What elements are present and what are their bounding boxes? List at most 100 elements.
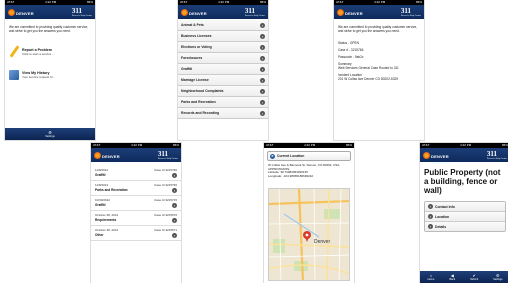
form-row-label: Location (435, 214, 450, 219)
app-header: DENVER THE MILE HIGH CITY 311 Denver's Hel… (91, 145, 181, 165)
report-problem-item[interactable]: Report a Problem Click to start a servic… (5, 43, 95, 61)
map-view[interactable]: Denver (268, 188, 350, 281)
category-item[interactable]: Parks and Recreation › (178, 97, 268, 108)
category-label: Business Licenses (181, 34, 212, 38)
form-screen: AT&T 4:22 PM 86% DENVER THE MILE HIGH CITY … (420, 143, 508, 283)
category-label: Parks and Recreation (181, 100, 216, 104)
location-icon: › (428, 214, 433, 219)
chevron-right-icon: › (172, 188, 177, 193)
clock: 4:22 PM (460, 143, 472, 147)
history-case: Case Id 3215671 (154, 228, 177, 232)
logo-mark-icon (337, 8, 344, 16)
category-item[interactable]: Records and Recording › (178, 108, 268, 119)
brand-tagline: THE MILE HIGH CITY (189, 20, 209, 22)
category-list: Animal & Pets › Business Licenses › Electi… (178, 20, 268, 119)
history-type: Other (95, 233, 104, 237)
three11-logo: 311 Denver's Help Center (401, 7, 421, 17)
battery: 86% (259, 0, 266, 4)
service-number: 311 (244, 7, 255, 15)
form-row-details[interactable]: › Details (425, 222, 505, 231)
form-row-label: Details (435, 224, 447, 229)
form-row-contact[interactable]: › Contact Info (425, 202, 505, 212)
chevron-right-icon: › (260, 66, 265, 72)
map-city-label: Denver (314, 239, 330, 245)
tab-settings[interactable]: ⚙ Settings (493, 273, 502, 281)
tab-settings[interactable]: ⚙ Settings (45, 130, 55, 138)
tab-label: Submit (470, 277, 479, 281)
brand-name: DENVER (189, 11, 207, 16)
category-item[interactable]: Elections or Voting › (178, 42, 268, 53)
intro-text: We are committed to providing quality cu… (338, 25, 418, 33)
form-row-location[interactable]: › Location (425, 212, 505, 222)
service-number: 311 (400, 7, 411, 15)
battery: 86% (501, 143, 508, 147)
category-item[interactable]: Graffiti › (178, 64, 268, 75)
battery: 86% (415, 0, 422, 4)
service-sub: Denver's Help Center (486, 158, 507, 160)
current-location-button[interactable]: ➤ Current Location (267, 151, 351, 161)
category-item[interactable]: Foreclosures › (178, 53, 268, 64)
tab-submit[interactable]: ✔ Submit (470, 273, 479, 281)
app-header: DENVER THE MILE HIGH CITY 311 Denver's Hel… (420, 145, 508, 165)
view-history-sub: Your service request hi... (22, 75, 55, 79)
map-graphic: Denver (269, 189, 349, 280)
history-list: 11/8/2012 Case Id 3215766 Graffiti › 11/8/2… (91, 162, 181, 241)
service-sub: Denver's Help Center (400, 15, 421, 17)
tab-settings-label: Settings (45, 134, 55, 138)
tab-label: Home (427, 277, 435, 281)
report-problem-sub: Click to start a service ... (22, 52, 55, 56)
service-number: 311 (71, 7, 82, 15)
denver-logo: DENVER THE MILE HIGH CITY (181, 2, 209, 22)
history-type: Parks and Recreation (95, 188, 128, 192)
clock: 4:22 PM (218, 0, 230, 4)
app-header: DENVER THE MILE HIGH CITY 311 Denver's Hel… (178, 2, 268, 22)
history-item[interactable]: October 28, 2012 Case Id 3215671 Other › (91, 226, 181, 241)
category-label: Elections or Voting (181, 45, 212, 49)
tab-bar: ⚙ Settings (5, 128, 95, 140)
chevron-right-icon: › (260, 33, 265, 39)
location-arrow-icon: ➤ (270, 153, 275, 159)
category-item[interactable]: Business Licenses › (178, 31, 268, 42)
category-label: Graffiti (181, 67, 193, 71)
logo-mark-icon (8, 8, 15, 16)
denver-logo: DENVER THE MILE HIGH CITY (337, 2, 365, 22)
brand-tagline: THE MILE HIGH CITY (345, 20, 365, 22)
history-type: Requirements (95, 218, 117, 222)
status-bar: AT&T 4:22 PM 86% (264, 143, 354, 148)
history-icon (9, 70, 19, 80)
brand-tagline: THE MILE HIGH CITY (102, 163, 122, 165)
battery: 86% (172, 143, 179, 147)
three11-logo: 311 Denver's Help Center (158, 150, 178, 160)
app-header: DENVER THE MILE HIGH CITY 311 Denver's Hel… (5, 5, 95, 22)
battery: 86% (345, 143, 352, 147)
form-row-label: Contact Info (435, 204, 455, 209)
three11-logo: 311 Denver's Help Center (487, 150, 507, 160)
history-date: 10/30/2012 (95, 198, 111, 202)
history-item[interactable]: 10/30/2012 Case Id 3215715 Graffiti › (91, 196, 181, 211)
pencil-icon (9, 45, 20, 58)
history-item[interactable]: 11/8/2012 Case Id 3215766 Parks and Recrea… (91, 181, 181, 196)
clock: 4:22 PM (374, 0, 386, 4)
service-number: 311 (486, 150, 497, 158)
tab-back[interactable]: ◀ Back (449, 273, 455, 281)
chevron-right-icon: › (260, 77, 265, 83)
history-case: Case Id 3215766 (154, 183, 177, 187)
view-history-item[interactable]: View My History Your service request hi.… (5, 67, 95, 83)
history-item[interactable]: 11/8/2012 Case Id 3215766 Graffiti › (91, 166, 181, 181)
location-text: 201 W Colfax Ave Denver CO 80202-5329 (338, 77, 399, 81)
info-icon: › (428, 204, 433, 209)
history-item[interactable]: October 28, 2012 Case Id 3215670 Requireme… (91, 211, 181, 226)
location-screen: AT&T 4:22 PM 86% ➤ Current Location W Colf… (264, 143, 354, 283)
chevron-right-icon: › (260, 22, 265, 28)
category-item[interactable]: Marriage License › (178, 75, 268, 86)
history-case: Case Id 3215715 (154, 198, 177, 202)
category-label: Marriage License (181, 78, 209, 82)
three11-logo: 311 Denver's Help Center (72, 7, 92, 17)
denver-logo: DENVER THE MILE HIGH CITY (94, 145, 122, 165)
battery: 86% (86, 0, 93, 4)
denver-logo: DENVER THE MILE HIGH CITY (423, 145, 451, 165)
category-label: Neighborhood Complaints (181, 89, 224, 93)
category-item[interactable]: Neighborhood Complaints › (178, 86, 268, 97)
chevron-right-icon: › (260, 99, 265, 105)
tab-home[interactable]: ⌂ Home (427, 273, 435, 281)
